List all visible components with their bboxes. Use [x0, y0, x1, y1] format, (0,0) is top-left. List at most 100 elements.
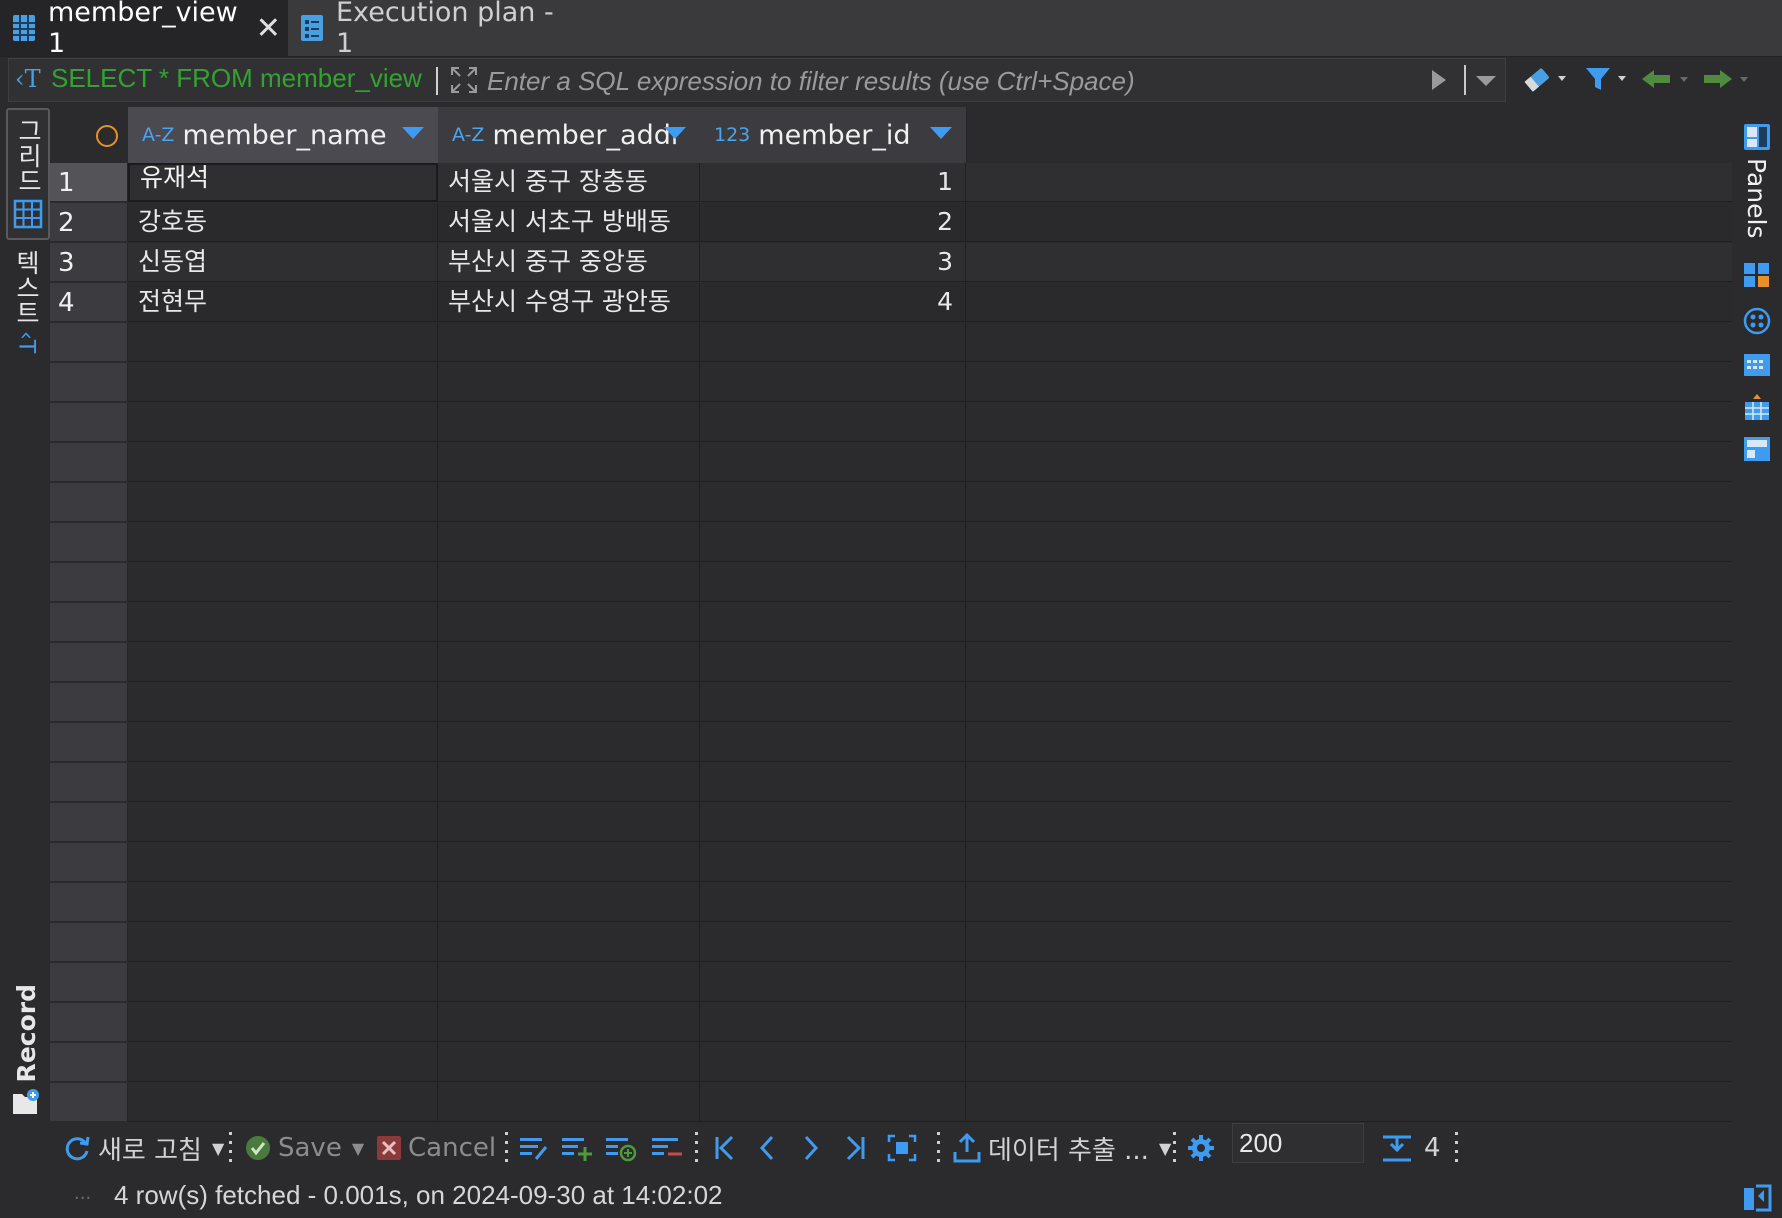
sort-filter-icon[interactable] [402, 127, 424, 139]
empty-cell [128, 723, 438, 762]
empty-cell [700, 883, 966, 922]
expand-icon[interactable] [449, 65, 479, 95]
empty-cell [700, 323, 966, 362]
panels-toggle-icon[interactable] [1742, 122, 1772, 152]
chevron-left-icon [759, 1135, 774, 1161]
text-cursor [436, 67, 438, 95]
empty-row [50, 523, 1732, 563]
chevron-down-icon[interactable]: ▼ [352, 1139, 364, 1158]
column-header-member-name[interactable]: A-Z member_name [128, 107, 439, 163]
cell-member-name[interactable]: 강호동 [128, 203, 438, 242]
export-data-button[interactable]: 데이터 추출 ... ▼ [952, 1130, 1171, 1166]
panels-label[interactable]: Panels [1742, 158, 1771, 238]
add-row-button[interactable] [560, 1130, 594, 1166]
next-page-button[interactable] [800, 1130, 822, 1166]
empty-row [50, 1083, 1732, 1123]
grid-corner[interactable] [50, 107, 128, 163]
tab-record-view[interactable]: Record [6, 984, 46, 1124]
forward-arrow-icon[interactable] [1700, 62, 1756, 96]
empty-cell [700, 843, 966, 882]
fetch-size-input[interactable] [1232, 1123, 1364, 1163]
previous-page-button[interactable] [756, 1130, 778, 1166]
save-button[interactable]: Save ▼ [244, 1130, 364, 1166]
chevron-down-icon[interactable]: ▼ [212, 1139, 224, 1158]
empty-cell [700, 443, 966, 482]
row-number[interactable]: 1 [50, 163, 128, 202]
cell-member-addr[interactable]: 서울시 중구 장충동 [438, 163, 700, 202]
row-number-empty [50, 1003, 128, 1042]
tab-text-view[interactable]: 텍스트 ‹T [6, 250, 46, 370]
column-header-member-addr[interactable]: A-Z member_addr [438, 107, 701, 163]
row-number-empty [50, 803, 128, 842]
filter-expression-input[interactable] [485, 59, 1419, 103]
empty-cell [966, 843, 1732, 882]
row-number[interactable]: 3 [50, 243, 128, 282]
refresh-button[interactable]: 새로 고침 ▼ [62, 1130, 224, 1166]
tab-grid-view[interactable]: 그리드 [6, 108, 50, 240]
toolbar-separator [694, 1132, 698, 1162]
row-number-empty [50, 523, 128, 562]
row-number-empty [50, 483, 128, 522]
fetch-all-button[interactable] [886, 1130, 918, 1166]
last-page-button[interactable] [842, 1130, 868, 1166]
tab-execution-plan[interactable]: Execution plan - 1 [288, 0, 578, 59]
settings-button[interactable] [1186, 1130, 1216, 1166]
empty-cell [700, 563, 966, 602]
table-row[interactable]: 4 전현무 부산시 수영구 광안동 4 [50, 283, 1732, 323]
column-header-member-id[interactable]: 123 member_id [700, 107, 967, 163]
copy-row-button[interactable] [604, 1130, 638, 1166]
table-row[interactable]: 2 강호동 서울시 서초구 방배동 2 [50, 203, 1732, 243]
row-number[interactable]: 4 [50, 283, 128, 322]
empty-row [50, 883, 1732, 923]
references-panel-icon[interactable] [1742, 434, 1772, 464]
cell-member-addr[interactable]: 서울시 서초구 방배동 [438, 203, 700, 242]
empty-cell [966, 723, 1732, 762]
value-panel-icon[interactable] [1742, 260, 1772, 290]
metadata-panel-icon[interactable] [1742, 350, 1772, 380]
chevron-down-icon[interactable]: ▼ [1159, 1139, 1171, 1158]
cell-member-id[interactable]: 2 [700, 203, 966, 242]
sort-filter-icon[interactable] [664, 127, 686, 139]
empty-cell [966, 523, 1732, 562]
number-type-icon: 123 [714, 124, 751, 146]
empty-cell [128, 1083, 438, 1122]
restore-layout-icon[interactable] [1742, 1182, 1772, 1212]
row-number[interactable]: 2 [50, 203, 128, 242]
row-number-empty [50, 683, 128, 722]
row-count-button[interactable]: 4 [1380, 1130, 1441, 1166]
cell-member-addr[interactable]: 부산시 수영구 광안동 [438, 283, 700, 322]
cell-member-addr[interactable]: 부산시 중구 중앙동 [438, 243, 700, 282]
column-name: member_addr [492, 119, 682, 151]
empty-cell [128, 963, 438, 1002]
editor-tab-bar: member_view 1 ✕ Execution plan - 1 [0, 0, 1782, 59]
empty-cell [700, 363, 966, 402]
eraser-icon[interactable] [1520, 62, 1570, 96]
status-more-icon[interactable]: ··· [74, 1188, 91, 1209]
filter-icon[interactable] [1582, 62, 1630, 96]
cell-member-id[interactable]: 4 [700, 283, 966, 322]
table-row[interactable]: 3 신동엽 부산시 중구 중앙동 3 [50, 243, 1732, 283]
grouping-panel-icon[interactable] [1742, 392, 1772, 422]
tab-member-view[interactable]: member_view 1 ✕ [0, 0, 288, 59]
filter-history-dropdown[interactable] [1471, 67, 1501, 93]
table-row[interactable]: 1 유재석 서울시 중구 장충동 1 [50, 163, 1732, 203]
delete-row-button[interactable] [650, 1130, 684, 1166]
empty-cell [128, 803, 438, 842]
cell-member-name[interactable]: 전현무 [128, 283, 438, 322]
empty-cell [700, 403, 966, 442]
sort-filter-icon[interactable] [930, 127, 952, 139]
aggregate-panel-icon[interactable] [1742, 306, 1772, 336]
cancel-button[interactable]: Cancel [376, 1130, 496, 1166]
edit-row-button[interactable] [518, 1130, 550, 1166]
empty-cell [966, 363, 1732, 402]
first-page-button[interactable] [712, 1130, 738, 1166]
close-icon[interactable]: ✕ [256, 11, 281, 46]
cell-member-name[interactable]: 유재석 [128, 163, 438, 202]
empty-cell [700, 643, 966, 682]
empty-cell [700, 963, 966, 1002]
back-arrow-icon[interactable] [1640, 62, 1696, 96]
cell-member-id[interactable]: 3 [700, 243, 966, 282]
cell-member-name[interactable]: 신동엽 [128, 243, 438, 282]
apply-filter-button[interactable] [1429, 67, 1449, 93]
cell-member-id[interactable]: 1 [700, 163, 966, 202]
